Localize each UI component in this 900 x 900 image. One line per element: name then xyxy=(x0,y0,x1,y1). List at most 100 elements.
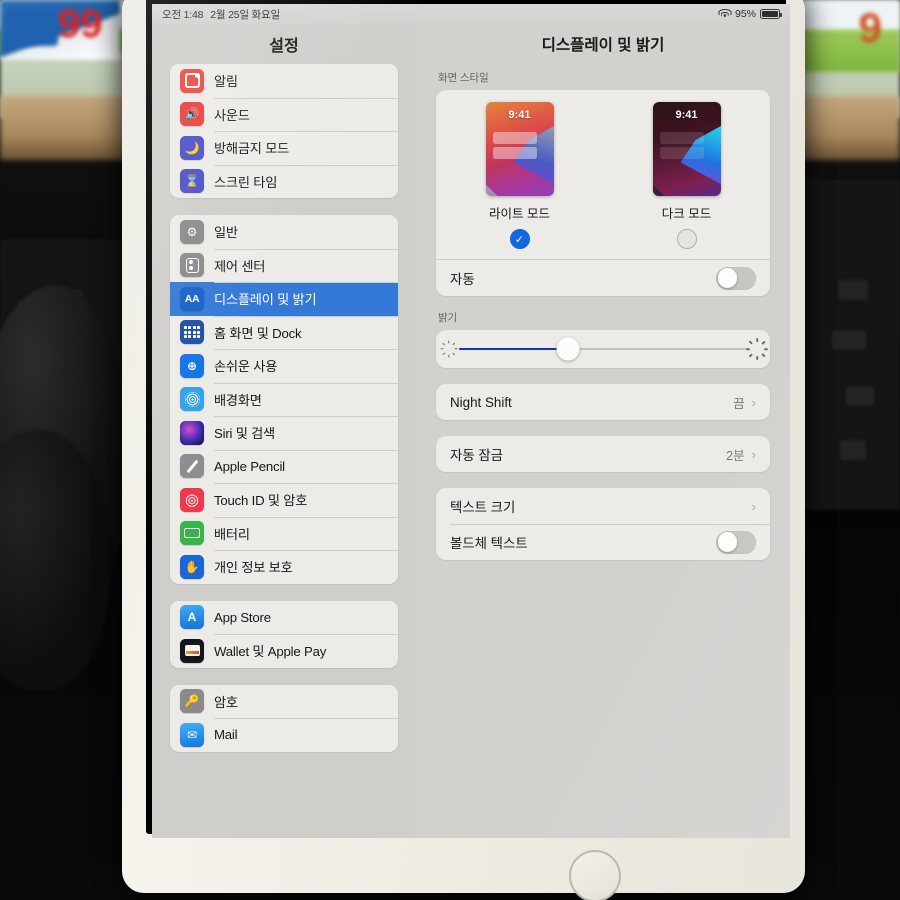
sidebar-item-label: 사운드 xyxy=(214,107,250,123)
chevron-right-icon: › xyxy=(751,498,756,514)
text-size-label: 텍스트 크기 xyxy=(450,500,516,515)
app-store-icon: A xyxy=(180,605,204,630)
hand-icon: ✋ xyxy=(180,554,204,579)
sidebar-item-label: Siri 및 검색 xyxy=(214,426,275,442)
status-bar: 오전 1:48 2월 25일 화요일 95% xyxy=(152,4,790,24)
accessibility-icon: ⊕ xyxy=(180,353,204,378)
home-button[interactable] xyxy=(569,850,621,900)
fingerprint-icon xyxy=(180,487,204,512)
sidebar-item-touch-id-passcode[interactable]: Touch ID 및 암호 xyxy=(170,483,398,517)
dark-mode-radio[interactable] xyxy=(676,229,697,249)
sidebar-item-screen-time[interactable]: ⌛ 스크린 타임 xyxy=(170,164,398,199)
sidebar-item-siri-search[interactable]: Siri 및 검색 xyxy=(170,416,398,450)
appearance-option-light[interactable]: 9:41 라이트 모드 ✓ xyxy=(436,102,603,249)
sidebar-title: 설정 xyxy=(269,38,299,55)
sidebar-item-label: App Store xyxy=(214,609,271,625)
light-mode-radio[interactable]: ✓ xyxy=(509,229,530,249)
sidebar-item-label: 배경화면 xyxy=(214,392,262,408)
sidebar-item-battery[interactable]: 배터리 xyxy=(170,516,398,551)
auto-lock-row[interactable]: 자동 잠금 2분 › xyxy=(436,436,770,472)
dark-mode-label: 다크 모드 xyxy=(661,207,712,221)
sidebar-item-label: Wallet 및 Apple Pay xyxy=(214,644,327,660)
wallpaper-icon xyxy=(180,387,204,412)
sidebar-item-do-not-disturb[interactable]: 🌙 방해금지 모드 xyxy=(170,131,398,165)
bold-text-label: 볼드체 텍스트 xyxy=(450,536,528,551)
automatic-row[interactable]: 자동 xyxy=(436,259,770,296)
sidebar-item-label: Touch ID 및 암호 xyxy=(214,493,308,509)
text-card: 텍스트 크기 › 볼드체 텍스트 xyxy=(436,488,770,560)
chevron-right-icon: › xyxy=(751,446,756,462)
sidebar-item-label: 배터리 xyxy=(214,526,250,542)
sliders-icon xyxy=(180,253,204,278)
sidebar-item-passwords[interactable]: 🔑 암호 xyxy=(170,685,398,719)
night-shift-card: Night Shift 끔 › xyxy=(436,384,770,420)
settings-group-accounts: 🔑 암호 ✉ Mail xyxy=(170,684,398,752)
moon-icon: 🌙 xyxy=(180,135,204,160)
sidebar-item-notifications[interactable]: 알림 xyxy=(170,64,398,98)
night-shift-row[interactable]: Night Shift 끔 › xyxy=(436,384,770,420)
sidebar-item-label: 홈 화면 및 Dock xyxy=(214,325,302,341)
sidebar-item-sounds[interactable]: 🔊 사운드 xyxy=(170,97,398,132)
settings-sidebar[interactable]: 설정 알림 🔊 사운드 🌙 방해금지 모드 ⌛ 스크린 타임 ⚙ 일반 제어 센… xyxy=(152,24,416,838)
settings-group-system: ⚙ 일반 제어 센터 AA 디스플레이 및 밝기 홈 화면 및 Dock ⊕ 손… xyxy=(170,215,398,584)
battery-full-icon xyxy=(760,9,782,19)
display-brightness-pane: 디스플레이 및 밝기 화면 스타일 9:41 라이트 모드 ✓ 9:41 다크 … xyxy=(416,24,790,838)
appearance-option-dark[interactable]: 9:41 다크 모드 xyxy=(603,102,770,249)
brightness-slider[interactable] xyxy=(459,337,747,361)
light-mode-label: 라이트 모드 xyxy=(489,207,550,221)
bell-icon xyxy=(180,68,204,93)
wifi-icon xyxy=(718,9,732,19)
night-shift-value: 끔 xyxy=(733,396,745,411)
text-size-row[interactable]: 텍스트 크기 › xyxy=(436,488,770,524)
sidebar-item-wallpaper[interactable]: 배경화면 xyxy=(170,382,398,417)
speaker-icon: 🔊 xyxy=(180,102,204,127)
mail-icon: ✉ xyxy=(180,722,204,747)
sidebar-item-privacy[interactable]: ✋ 개인 정보 보호 xyxy=(170,550,398,584)
auto-lock-label: 자동 잠금 xyxy=(450,448,503,463)
photo-of-ipad-settings: 99 9 오전 1:48 2월 25일 화요일 95% 설정 알림 🔊 사운드 … xyxy=(0,0,900,900)
status-date: 2월 25일 화요일 xyxy=(210,8,280,21)
wallet-icon xyxy=(180,638,204,663)
sidebar-item-label: 방해금지 모드 xyxy=(214,141,290,157)
sidebar-item-accessibility[interactable]: ⊕ 손쉬운 사용 xyxy=(170,349,398,383)
sidebar-item-apple-pencil[interactable]: Apple Pencil xyxy=(170,449,398,484)
appearance-card: 9:41 라이트 모드 ✓ 9:41 다크 모드 자동 xyxy=(436,90,770,296)
hourglass-icon: ⌛ xyxy=(180,169,204,194)
automatic-label: 자동 xyxy=(450,272,475,287)
sidebar-item-general[interactable]: ⚙ 일반 xyxy=(170,215,398,249)
auto-lock-value: 2분 xyxy=(726,448,745,463)
sidebar-item-mail[interactable]: ✉ Mail xyxy=(170,718,398,752)
preview-time: 9:41 xyxy=(675,109,698,121)
sidebar-item-control-center[interactable]: 제어 센터 xyxy=(170,248,398,283)
aa-icon: AA xyxy=(180,286,204,311)
dark-mode-preview: 9:41 xyxy=(652,102,721,196)
brightness-slider-knob[interactable] xyxy=(556,337,580,361)
battery-percent: 95% xyxy=(734,8,756,20)
siri-icon xyxy=(180,420,204,445)
sidebar-item-home-screen-dock[interactable]: 홈 화면 및 Dock xyxy=(170,315,398,350)
battery-icon xyxy=(180,521,204,546)
preview-time: 9:41 xyxy=(508,109,531,121)
sidebar-item-display-brightness[interactable]: AA 디스플레이 및 밝기 xyxy=(170,282,398,316)
bold-text-row[interactable]: 볼드체 텍스트 xyxy=(436,524,770,560)
key-icon: 🔑 xyxy=(180,689,204,714)
status-time: 오전 1:48 xyxy=(162,8,204,21)
light-mode-preview: 9:41 xyxy=(485,102,554,196)
sidebar-item-label: 손쉬운 사용 xyxy=(214,359,278,375)
sidebar-item-label: 제어 센터 xyxy=(214,258,266,274)
sidebar-item-label: 디스플레이 및 밝기 xyxy=(214,292,317,308)
bold-text-toggle[interactable] xyxy=(716,530,756,554)
sidebar-item-label: Mail xyxy=(214,727,238,743)
page-title: 디스플레이 및 밝기 xyxy=(541,37,665,54)
home-grid-icon xyxy=(180,320,204,345)
auto-lock-card: 자동 잠금 2분 › xyxy=(436,436,770,472)
appearance-header: 화면 스타일 xyxy=(438,72,489,84)
sidebar-item-app-store[interactable]: A App Store xyxy=(170,601,398,635)
sidebar-item-label: 암호 xyxy=(214,694,238,710)
automatic-toggle[interactable] xyxy=(716,266,756,290)
brightness-card xyxy=(436,330,770,368)
sidebar-item-label: 스크린 타임 xyxy=(214,174,278,190)
sidebar-item-wallet-apple-pay[interactable]: Wallet 및 Apple Pay xyxy=(170,634,398,668)
sidebar-item-label: Apple Pencil xyxy=(214,458,285,474)
brightness-header: 밝기 xyxy=(438,312,458,324)
